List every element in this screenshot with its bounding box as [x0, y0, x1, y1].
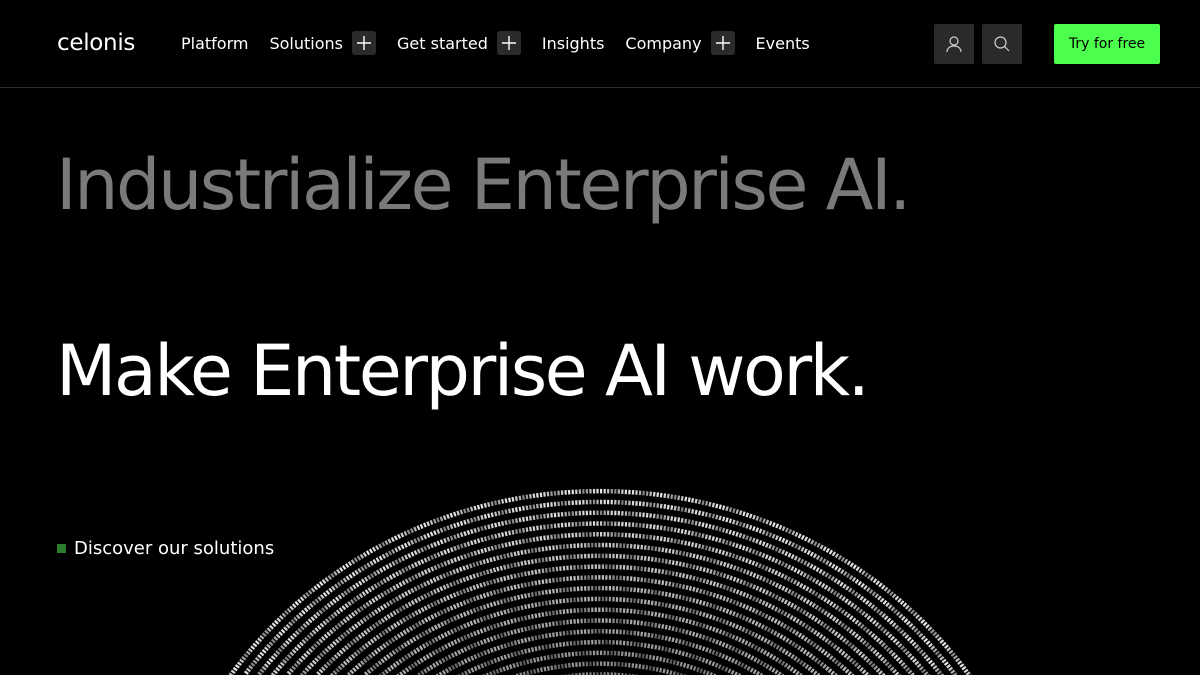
plus-icon[interactable]: [496, 31, 521, 55]
search-button[interactable]: [982, 24, 1022, 64]
nav-item-label: Platform: [181, 33, 249, 53]
nav-item-company[interactable]: Company: [625, 31, 735, 55]
plus-icon[interactable]: [710, 31, 735, 55]
dotted-globe-graphic: [228, 488, 973, 675]
search-icon: [994, 36, 1010, 52]
hero-headline-primary: Industrialize Enterprise AI.: [56, 144, 911, 226]
nav-item-label: Events: [755, 33, 810, 53]
hero-headline-secondary: Make Enterprise AI work.: [56, 330, 870, 412]
nav-item-get-started[interactable]: Get started: [397, 31, 521, 55]
nav-item-label: Company: [625, 33, 702, 53]
celonis-logo[interactable]: celonis: [57, 30, 135, 56]
main-nav: Platform Solutions Get started Insights …: [181, 31, 831, 55]
nav-item-insights[interactable]: Insights: [542, 34, 605, 53]
user-icon: [946, 36, 962, 53]
try-for-free-button[interactable]: Try for free: [1054, 24, 1160, 64]
nav-item-solutions[interactable]: Solutions: [269, 31, 376, 55]
nav-item-platform[interactable]: Platform: [181, 34, 248, 53]
nav-item-label: Solutions: [269, 33, 343, 53]
nav-item-events[interactable]: Events: [756, 34, 810, 53]
site-header: celonis Platform Solutions Get started I…: [0, 0, 1200, 88]
nav-item-label: Get started: [397, 33, 488, 53]
plus-icon[interactable]: [352, 31, 376, 55]
nav-item-label: Insights: [541, 33, 605, 53]
account-button[interactable]: [934, 24, 974, 64]
